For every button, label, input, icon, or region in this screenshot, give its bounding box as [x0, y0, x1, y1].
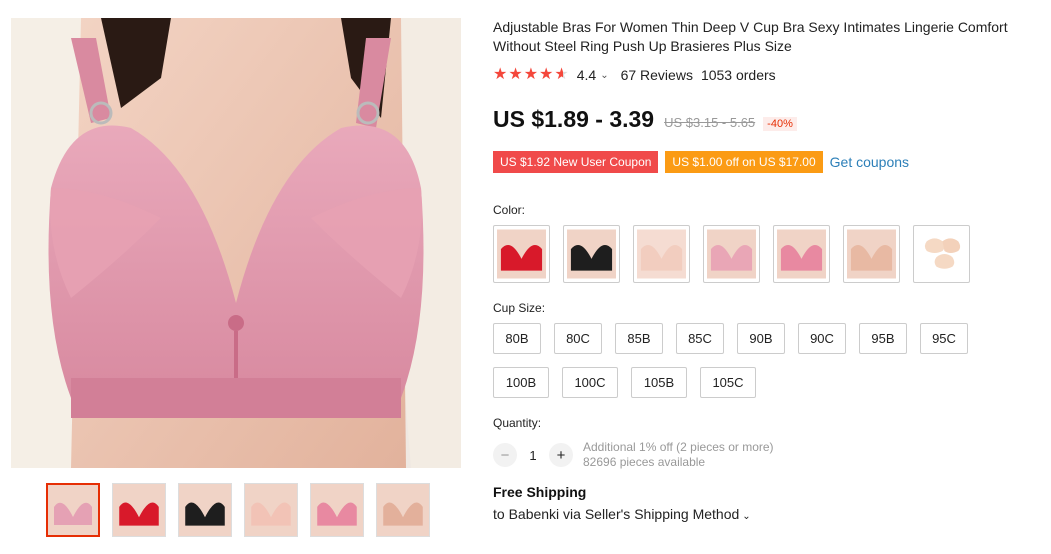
size-option[interactable]: 90C: [798, 323, 846, 354]
color-swatch-pink[interactable]: [703, 225, 760, 283]
star-icon: ★: [508, 66, 523, 83]
original-price: US $3.15 - 5.65: [664, 115, 756, 130]
star-icon: ★: [493, 66, 508, 83]
rating-row: ★ ★ ★ ★ ★ 4.4 ⌄ 67 Reviews 1053 orders: [493, 64, 1048, 86]
color-swatches: [493, 225, 1048, 283]
color-swatch-nipple-covers[interactable]: [913, 225, 970, 283]
size-option[interactable]: 85B: [615, 323, 663, 354]
shipping-section: Free Shipping to Babenki via Seller's Sh…: [493, 484, 1048, 522]
price-row: US $1.89 - 3.39 US $3.15 - 5.65 -40%: [493, 106, 1048, 133]
thumbnail-skin[interactable]: [376, 483, 430, 537]
reviews-link[interactable]: 67 Reviews: [621, 67, 693, 83]
get-coupons-link[interactable]: Get coupons: [830, 154, 909, 170]
thumbnail-rose[interactable]: [310, 483, 364, 537]
quantity-label: Quantity:: [493, 416, 542, 430]
discount-badge: -40%: [763, 117, 797, 131]
size-option[interactable]: 105C: [700, 367, 756, 398]
size-option[interactable]: 95C: [920, 323, 968, 354]
product-title: Adjustable Bras For Women Thin Deep V Cu…: [493, 19, 1008, 54]
main-product-image[interactable]: [11, 18, 461, 468]
size-option[interactable]: 90B: [737, 323, 785, 354]
decrease-quantity-button[interactable]: −: [493, 443, 517, 467]
shipping-destination[interactable]: to Babenki via Seller's Shipping Method ⌄: [493, 506, 1048, 522]
thumbnail-strip: [46, 483, 430, 537]
size-option[interactable]: 80B: [493, 323, 541, 354]
orders-count: 1053 orders: [700, 67, 776, 83]
color-swatch-black[interactable]: [563, 225, 620, 283]
thumbnail-red[interactable]: [112, 483, 166, 537]
size-option[interactable]: 100B: [493, 367, 549, 398]
quantity-info: Additional 1% off (2 pieces or more) 826…: [583, 440, 774, 470]
thumbnail-pink[interactable]: [46, 483, 100, 537]
shipping-destination-text: to Babenki via Seller's Shipping Method: [493, 506, 740, 522]
additional-discount-text: Additional 1% off (2 pieces or more): [583, 440, 774, 454]
color-swatch-red[interactable]: [493, 225, 550, 283]
star-icon: ★: [523, 66, 539, 83]
coupon-row: US $1.92 New User Coupon US $1.00 off on…: [493, 151, 1048, 173]
star-icon: ★: [539, 66, 554, 83]
quantity-input[interactable]: 1: [517, 448, 549, 463]
size-option[interactable]: 80C: [554, 323, 602, 354]
star-rating[interactable]: ★ ★ ★ ★ ★: [493, 67, 569, 83]
threshold-coupon[interactable]: US $1.00 off on US $17.00: [665, 151, 823, 173]
color-swatch-skin[interactable]: [843, 225, 900, 283]
new-user-coupon[interactable]: US $1.92 New User Coupon: [493, 151, 659, 173]
chevron-down-icon: ⌄: [742, 511, 751, 522]
size-option[interactable]: 100C: [562, 367, 618, 398]
product-info-panel: Adjustable Bras For Women Thin Deep V Cu…: [493, 18, 1048, 522]
color-label: Color:: [493, 203, 526, 217]
chevron-down-icon[interactable]: ⌄: [600, 70, 608, 81]
size-option[interactable]: 105B: [631, 367, 687, 398]
shipping-title: Free Shipping: [493, 484, 587, 500]
star-half-icon: ★: [554, 66, 569, 83]
quantity-stepper: − 1 + Additional 1% off (2 pieces or mor…: [493, 440, 1048, 470]
increase-quantity-button[interactable]: +: [549, 443, 573, 467]
rating-value[interactable]: 4.4: [577, 67, 596, 83]
cup-size-options: 80B 80C 85B 85C 90B 90C 95B 95C 100B 100…: [493, 323, 1013, 398]
cup-size-label: Cup Size:: [493, 301, 546, 315]
size-option[interactable]: 85C: [676, 323, 724, 354]
thumbnail-black[interactable]: [178, 483, 232, 537]
size-option[interactable]: 95B: [859, 323, 907, 354]
color-swatch-beige[interactable]: [633, 225, 690, 283]
current-price: US $1.89 - 3.39: [493, 106, 655, 132]
color-swatch-rose[interactable]: [773, 225, 830, 283]
available-stock-text: 82696 pieces available: [583, 455, 706, 469]
thumbnail-beige[interactable]: [244, 483, 298, 537]
